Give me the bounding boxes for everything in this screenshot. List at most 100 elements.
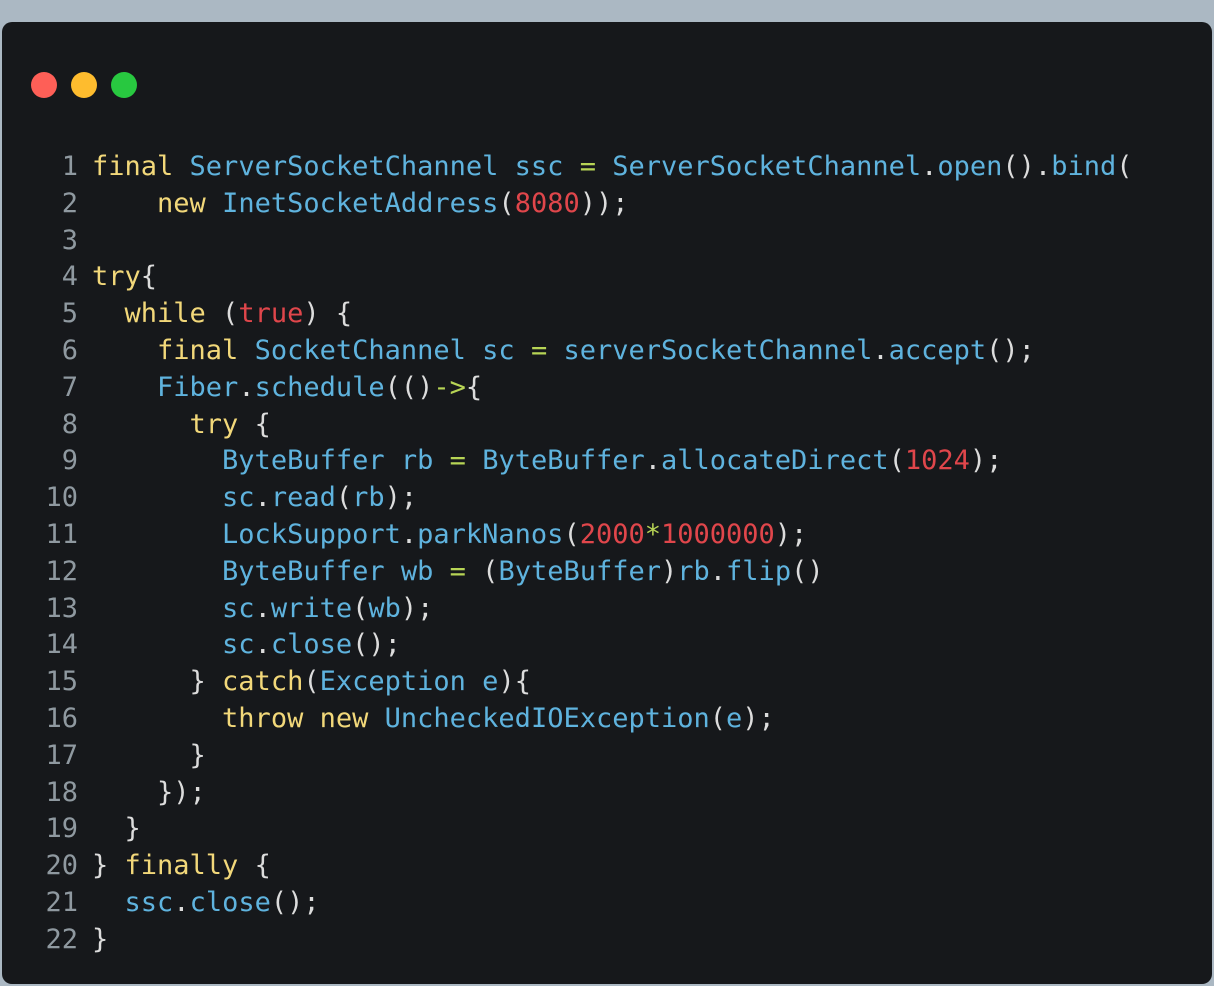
code-token: write xyxy=(270,592,353,624)
code-token: e xyxy=(482,666,499,698)
code-token: } xyxy=(92,850,125,882)
code-token: ); xyxy=(384,482,418,514)
code-token: new xyxy=(157,187,206,219)
code-token: ( xyxy=(709,702,727,734)
code-token: bind xyxy=(1051,151,1117,182)
code-token: rb xyxy=(400,445,434,477)
code-token: ServerSocketChannel xyxy=(189,151,499,182)
code-token: ByteBuffer xyxy=(498,555,661,587)
code-token: (); xyxy=(352,629,401,661)
code-line: 8 try { xyxy=(2,407,1132,444)
code-token: UncheckedIOException xyxy=(384,702,710,734)
line-number: 5 xyxy=(61,298,78,330)
code-token: e xyxy=(726,702,743,734)
code-token: { xyxy=(140,261,158,293)
code-token: SocketChannel xyxy=(254,334,466,366)
code-token: . xyxy=(400,518,418,550)
code-token: { xyxy=(465,371,483,403)
code-token: { xyxy=(238,850,271,882)
code-token: close xyxy=(189,886,271,918)
code-token: read xyxy=(270,482,336,514)
code-token: 2000 xyxy=(579,518,645,550)
code-token: LockSupport xyxy=(222,518,401,550)
code-line: 11 LockSupport.parkNanos(2000*1000000); xyxy=(2,517,1132,554)
code-line: 6 final SocketChannel sc = serverSocketC… xyxy=(2,333,1132,370)
code-token: } xyxy=(92,739,206,771)
code-token: -> xyxy=(433,371,466,403)
close-dot-icon[interactable] xyxy=(31,72,57,98)
line-number: 18 xyxy=(45,776,78,808)
code-token: try xyxy=(92,261,141,293)
code-token: InetSocketAddress xyxy=(222,187,499,219)
code-token: open xyxy=(937,151,1003,182)
minimize-dot-icon[interactable] xyxy=(71,72,97,98)
code-token: ){ xyxy=(498,666,531,698)
line-number: 16 xyxy=(45,702,78,734)
code-token: wb xyxy=(368,592,401,624)
code-token: accept xyxy=(888,334,987,366)
code-line: 21 ssc.close(); xyxy=(2,885,1132,922)
code-token: flip xyxy=(726,555,792,587)
code-token: sc xyxy=(222,629,255,661)
code-block: 1 final ServerSocketChannel ssc = ServerS… xyxy=(2,149,1132,959)
line-number: 2 xyxy=(61,187,78,219)
line-number: 11 xyxy=(45,518,78,550)
code-line: 20} finally { xyxy=(2,848,1132,885)
code-token: ( xyxy=(303,666,320,698)
code-token: ( xyxy=(888,445,905,477)
code-token: (); xyxy=(270,886,320,918)
code-token: close xyxy=(270,629,353,661)
code-line: 16 throw new UncheckedIOException(e); xyxy=(2,701,1132,738)
code-token: () xyxy=(791,555,824,587)
code-line: 19 } xyxy=(2,811,1132,848)
code-line: 7 Fiber.schedule(()->{ xyxy=(2,370,1132,407)
line-number: 8 xyxy=(61,408,78,440)
code-token: (); xyxy=(986,334,1035,366)
maximize-dot-icon[interactable] xyxy=(111,72,137,98)
code-token: (). xyxy=(1002,151,1052,182)
code-line: 12 ByteBuffer wb = (ByteBuffer)rb.flip() xyxy=(2,554,1132,591)
window-controls xyxy=(31,72,137,98)
line-number: 15 xyxy=(45,666,78,698)
code-token: ( xyxy=(498,187,515,219)
line-number: 4 xyxy=(61,261,78,293)
code-token: 1000000 xyxy=(661,518,775,550)
code-token: . xyxy=(921,151,938,182)
code-token: ); xyxy=(774,518,808,550)
code-token: sc xyxy=(482,334,515,366)
line-number: 22 xyxy=(45,923,78,955)
code-token: } xyxy=(92,813,141,845)
line-number: 17 xyxy=(45,739,78,771)
code-line: 1 final ServerSocketChannel ssc = ServerS… xyxy=(2,149,1133,186)
code-token: while xyxy=(124,298,206,330)
code-token: . xyxy=(254,482,271,514)
code-token: . xyxy=(254,592,271,624)
code-token: } xyxy=(92,923,109,955)
line-number: 9 xyxy=(61,445,78,477)
code-line: 9 ByteBuffer rb = ByteBuffer.allocateDir… xyxy=(2,443,1132,480)
code-token: final xyxy=(92,151,174,182)
code-token: Fiber xyxy=(157,371,239,403)
code-token: catch xyxy=(222,666,304,698)
code-token: * xyxy=(644,518,661,550)
code-token: = xyxy=(530,334,548,366)
line-number: 7 xyxy=(61,371,78,403)
code-token: ServerSocketChannel xyxy=(612,151,922,182)
